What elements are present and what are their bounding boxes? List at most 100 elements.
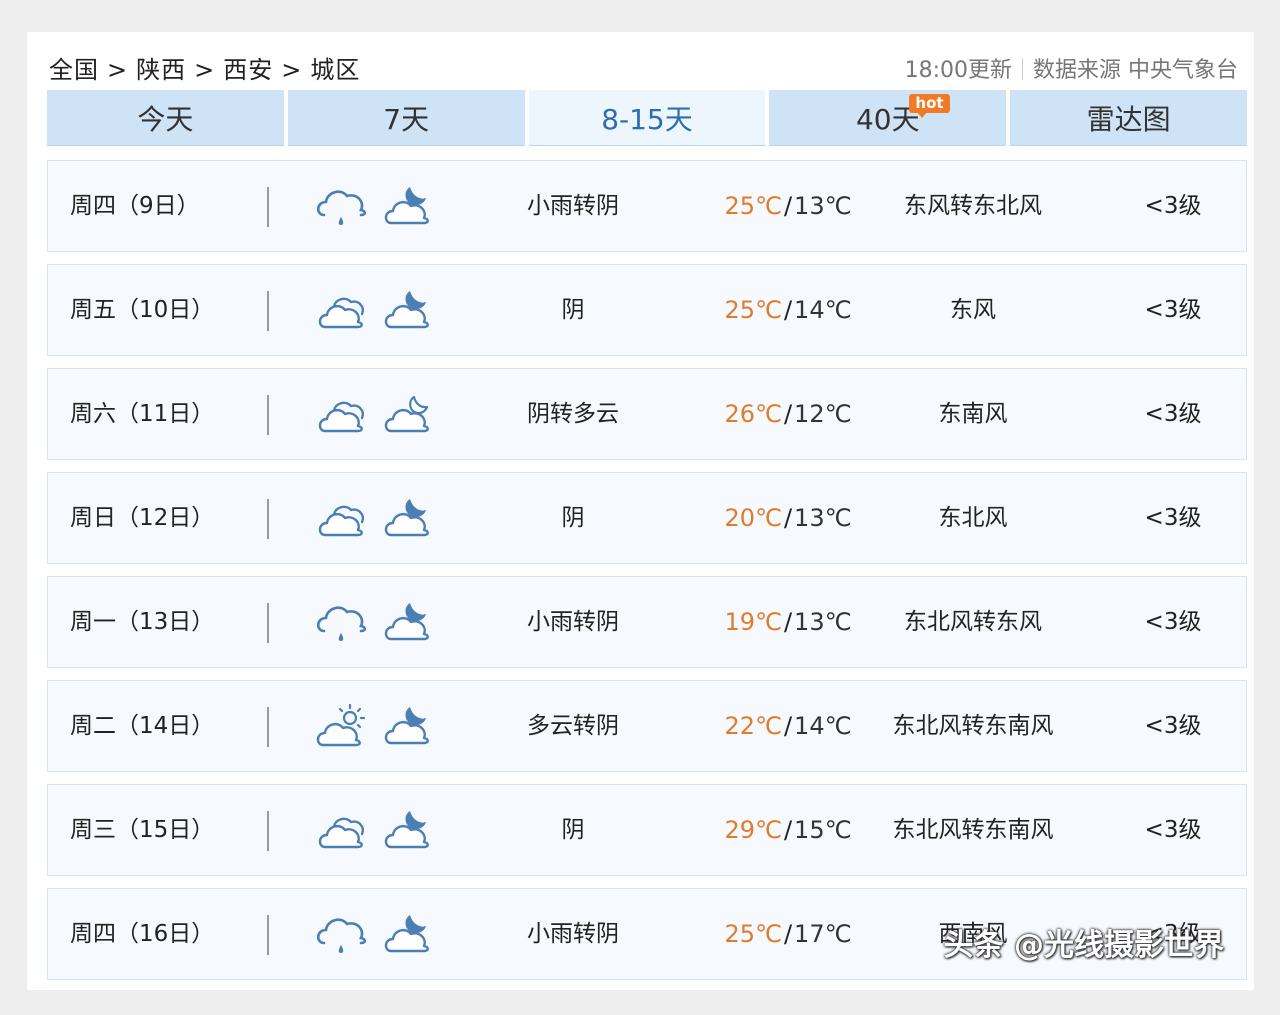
divider: [267, 811, 269, 851]
forecast-row: 周日（12日） 阴 20℃/13℃ 东北风 <3级: [47, 472, 1247, 564]
light-rain-icon: [314, 599, 368, 653]
forecast-row: 周五（10日） 阴 25℃/14℃ 东风 <3级: [47, 264, 1247, 356]
divider: [267, 707, 269, 747]
cloudy-night-icon: [380, 807, 434, 861]
tab-8-15-days[interactable]: 8-15天: [528, 90, 766, 146]
wind-level: <3级: [1144, 401, 1202, 427]
cloudy-night-icon: [380, 495, 434, 549]
temperature-range: 25℃/14℃: [688, 265, 888, 355]
divider: [267, 915, 269, 955]
tab-label: 雷达图: [1086, 102, 1171, 136]
forecast-date: 周三（15日）: [70, 817, 215, 843]
weather-icons: [314, 911, 438, 961]
light-rain-icon: [314, 183, 368, 237]
divider: [267, 603, 269, 643]
forecast-date: 周日（12日）: [70, 505, 215, 531]
divider: [267, 291, 269, 331]
low-temperature: 13℃: [794, 504, 852, 532]
high-temperature: 29℃: [724, 816, 782, 844]
cloudy-night-icon: [380, 599, 434, 653]
breadcrumb-city[interactable]: 西安: [223, 56, 273, 84]
partly-cloudy-night-icon: [380, 391, 434, 445]
forecast-date: 周四（16日）: [70, 921, 215, 947]
wind-level: <3级: [1144, 817, 1202, 843]
temperature-separator: /: [783, 712, 793, 740]
high-temperature: 19℃: [724, 608, 782, 636]
temperature-separator: /: [783, 192, 793, 220]
wind-direction: 东风转东北风: [904, 193, 1042, 219]
divider: [267, 395, 269, 435]
cloudy-night-icon: [380, 183, 434, 237]
light-rain-icon: [314, 911, 368, 965]
wind-direction: 东风: [950, 297, 996, 323]
tab-40-days[interactable]: 40天 hot: [769, 90, 1007, 146]
forecast-date: 周一（13日）: [70, 609, 215, 635]
forecast-row: 周四（9日） 小雨转阴 25℃/13℃ 东风转东北风 <3级: [47, 160, 1247, 252]
overcast-icon: [314, 287, 368, 341]
temperature-range: 25℃/17℃: [688, 889, 888, 979]
cloudy-night-icon: [380, 703, 434, 757]
forecast-row: 周六（11日） 阴转多云 26℃/12℃ 东南风 <3级: [47, 368, 1247, 460]
wind-level: <3级: [1144, 505, 1202, 531]
breadcrumb: 全国 > 陕西 > 西安 > 城区: [49, 50, 360, 85]
partly-cloudy-day-icon: [314, 703, 368, 757]
overcast-icon: [314, 391, 368, 445]
weather-forecast-card: 全国 > 陕西 > 西安 > 城区 18:00更新 数据来源 中央气象台 今天 7天 8-15…: [27, 32, 1254, 990]
forecast-list: 周四（9日） 小雨转阴 25℃/13℃ 东风转东北风 <3级 周五（10日） 阴…: [47, 160, 1247, 990]
breadcrumb-province[interactable]: 陕西: [136, 56, 186, 84]
weather-condition: 阴转多云: [527, 401, 619, 427]
overcast-icon: [314, 807, 368, 861]
forecast-tabs: 今天 7天 8-15天 40天 hot 雷达图: [47, 90, 1247, 146]
high-temperature: 25℃: [724, 296, 782, 324]
weather-condition: 小雨转阴: [527, 193, 619, 219]
low-temperature: 13℃: [794, 192, 852, 220]
breadcrumb-district: 城区: [310, 56, 361, 84]
low-temperature: 15℃: [794, 816, 852, 844]
low-temperature: 12℃: [794, 400, 852, 428]
update-time: 18:00更新: [904, 58, 1012, 83]
cloudy-night-icon: [380, 911, 434, 965]
weather-condition: 小雨转阴: [527, 921, 619, 947]
temperature-range: 19℃/13℃: [688, 577, 888, 667]
cloudy-night-icon: [380, 287, 434, 341]
forecast-date: 周四（9日）: [70, 193, 200, 219]
high-temperature: 20℃: [724, 504, 782, 532]
low-temperature: 17℃: [794, 920, 852, 948]
wind-direction: 东北风转东风: [904, 609, 1042, 635]
forecast-row: 周一（13日） 小雨转阴 19℃/13℃ 东北风转东风 <3级: [47, 576, 1247, 668]
update-info: 18:00更新 数据来源 中央气象台: [905, 52, 1238, 84]
tab-7-days[interactable]: 7天: [287, 90, 525, 146]
weather-icons: [314, 495, 438, 545]
breadcrumb-separator: >: [281, 56, 303, 84]
high-temperature: 26℃: [724, 400, 782, 428]
divider: [1022, 58, 1023, 80]
forecast-date: 周五（10日）: [70, 297, 215, 323]
weather-icons: [314, 703, 438, 753]
breadcrumb-national[interactable]: 全国: [49, 56, 99, 84]
forecast-row: 周三（15日） 阴 29℃/15℃ 东北风转东南风 <3级: [47, 784, 1247, 876]
wind-level: <3级: [1144, 297, 1202, 323]
temperature-range: 25℃/13℃: [688, 161, 888, 251]
weather-icons: [314, 807, 438, 857]
hot-badge: hot: [909, 94, 950, 118]
weather-icons: [314, 599, 438, 649]
weather-condition: 阴: [561, 297, 585, 323]
tab-label: 今天: [137, 102, 194, 136]
tab-today[interactable]: 今天: [47, 90, 284, 146]
wind-direction: 东南风: [938, 401, 1008, 427]
temperature-range: 29℃/15℃: [688, 785, 888, 875]
temperature-range: 26℃/12℃: [688, 369, 888, 459]
weather-condition: 小雨转阴: [527, 609, 619, 635]
weather-condition: 多云转阴: [527, 713, 619, 739]
low-temperature: 14℃: [794, 296, 852, 324]
overcast-icon: [314, 495, 368, 549]
weather-icons: [314, 391, 438, 441]
tab-radar[interactable]: 雷达图: [1010, 90, 1247, 146]
temperature-range: 20℃/13℃: [688, 473, 888, 563]
high-temperature: 22℃: [724, 712, 782, 740]
forecast-row: 周二（14日） 多云转阴 22℃/14℃ 东北风转东南风 <3级: [47, 680, 1247, 772]
temperature-separator: /: [783, 400, 793, 428]
wind-level: <3级: [1144, 609, 1202, 635]
watermark: 头条 @光线摄影世界: [943, 928, 1224, 963]
temperature-separator: /: [783, 920, 793, 948]
